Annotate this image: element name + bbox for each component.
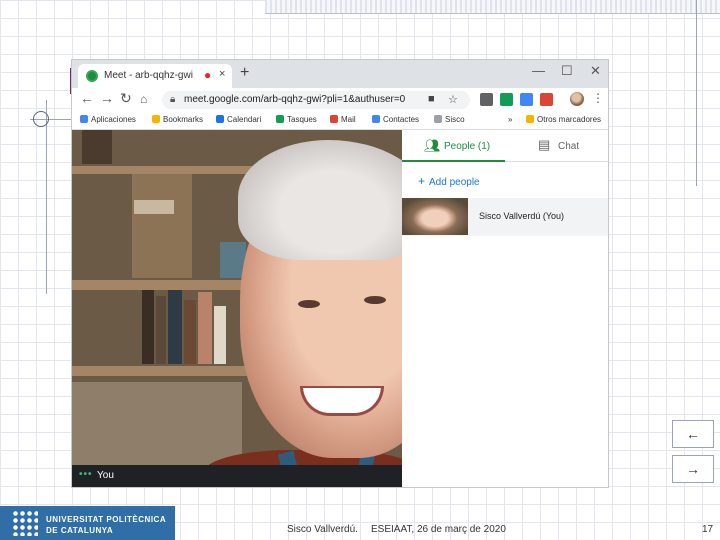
browser-toolbar: ← → ↻ ⌂ 🔒︎ meet.google.com/arb-qqhz-gwi?… [72,88,608,112]
book [82,130,112,164]
back-icon[interactable]: ← [80,90,94,106]
participant-name: Sisco Vallverdú (You) [479,211,565,221]
bookshelf [72,366,272,376]
eye [298,300,320,308]
tab-title: Meet - arb-qqhz-gwi [104,70,193,81]
tasks-icon [276,115,284,123]
upc-logo: UNIVERSITAT POLITÈCNICA DE CATALUNYA [0,506,175,540]
slide-vertical-line-right [696,0,697,186]
university-name-line1: UNIVERSITAT POLITÈCNICA [46,515,167,524]
tab-people[interactable]: People (1) [402,130,505,162]
participant-thumbnail [402,198,468,235]
bookmark-item[interactable]: Tasques [276,115,317,124]
forward-icon[interactable]: → [100,90,114,106]
participant-row[interactable]: Sisco Vallverdú (You) [402,198,608,236]
minimize-icon[interactable]: — [532,63,545,78]
tab-chat-label: Chat [558,141,580,152]
lock-icon: 🔒︎ [170,94,176,105]
camera-icon[interactable]: ■ [428,93,435,105]
book [198,292,212,364]
folder-icon [526,115,534,123]
mail-icon [330,115,338,123]
bookmark-item[interactable]: Contactes [372,115,419,124]
reload-icon[interactable]: ↻ [120,90,132,107]
calendar-icon [216,115,224,123]
apps-icon [80,115,88,123]
slide-circle-mark [33,111,49,127]
tab-people-label: People (1) [444,141,491,152]
book [134,200,174,214]
people-panel: People (1) 👥︎ Chat ▤ + Add people Sisco V… [402,130,608,487]
avatar[interactable] [570,92,584,106]
book [142,290,154,364]
home-icon[interactable]: ⌂ [140,92,147,106]
browser-menu-icon[interactable]: ⋮ [592,91,604,105]
bookmarks-bar: Aplicaciones Bookmarks Calendari Tasques… [72,112,608,130]
upc-logo-mark [12,510,38,536]
eye [364,296,386,304]
meet-icon [86,70,98,82]
recording-icon: ● [204,68,212,82]
footer-event: ESEIAAT, 26 de març de 2020 [371,524,506,535]
extension-icon-4[interactable] [540,93,553,106]
maximize-icon[interactable]: ☐ [561,63,573,79]
url-text: meet.google.com/arb-qqhz-gwi?pli=1&authu… [184,94,406,105]
tab-strip: Meet - arb-qqhz-gwi ● × + — ☐ ✕ [72,60,608,88]
self-label: You [97,470,114,481]
video-name-bar: ••• You [72,465,402,487]
university-name-line2: DE CATALUNYA [46,526,114,535]
tab-chat[interactable]: Chat [505,130,608,162]
new-tab-button[interactable]: + [240,64,249,82]
people-icon: 👥︎ [424,138,441,153]
extension-icon-1[interactable] [480,93,493,106]
bookmark-overflow-icon[interactable]: » [508,115,512,124]
add-people-button[interactable]: + Add people [418,174,480,188]
add-person-icon: + [418,174,426,188]
extension-icon-3[interactable] [520,93,533,106]
book [156,296,166,364]
page-number: 17 [702,524,714,535]
book [214,306,226,364]
bookmark-star-icon[interactable]: ☆ [448,93,458,106]
bookmark-item[interactable]: Bookmarks [152,115,203,124]
slide-vertical-line-left [46,100,47,294]
video-feed[interactable]: ••• You [72,130,402,487]
book [168,290,182,364]
book [132,174,192,278]
bookmark-item[interactable]: Sisco [434,115,465,124]
next-slide-button[interactable]: → [672,455,714,483]
contacts-icon [372,115,380,123]
previous-slide-button[interactable]: ← [672,420,714,448]
tab-meet[interactable]: Meet - arb-qqhz-gwi ● × [78,64,232,88]
hair [238,140,402,260]
browser-window: Meet - arb-qqhz-gwi ● × + — ☐ ✕ ← → ↻ ⌂ … [72,60,608,487]
extension-icon-2[interactable] [500,93,513,106]
chat-icon: ▤ [538,137,551,152]
slide-top-band [265,0,720,14]
tab-close-icon[interactable]: × [219,68,225,80]
bookmark-item[interactable]: Mail [330,115,356,124]
address-bar[interactable]: 🔒︎ meet.google.com/arb-qqhz-gwi?pli=1&au… [162,91,470,109]
bookshelf [72,166,272,174]
footer-author: Sisco Vallverdú. [287,524,358,535]
bookmark-item[interactable]: Calendari [216,115,261,124]
bookmark-item[interactable]: Aplicaciones [80,115,136,124]
folder-icon [152,115,160,123]
close-icon[interactable]: ✕ [590,63,601,79]
more-options-icon[interactable]: ••• [79,469,93,480]
bookmark-item[interactable]: Otros marcadores [526,115,601,124]
book [184,300,196,364]
add-people-label: Add people [429,177,480,188]
folder-icon [434,115,442,123]
